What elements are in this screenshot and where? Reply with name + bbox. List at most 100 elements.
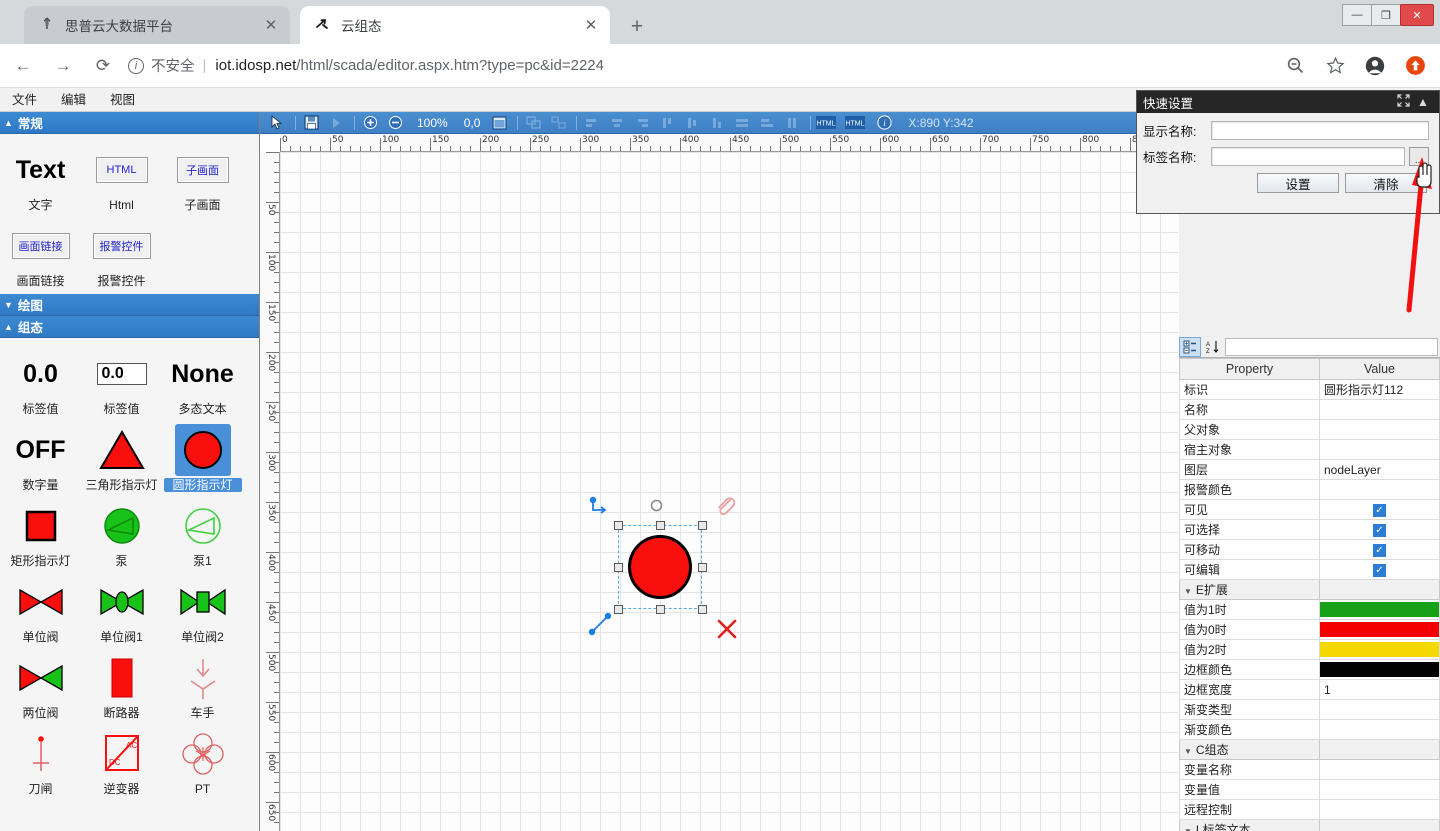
play-icon[interactable] [325, 114, 347, 132]
property-value[interactable]: ✓ [1320, 560, 1440, 580]
profile-icon[interactable] [1358, 49, 1392, 83]
palette-item-digital[interactable]: OFF 数字量 [0, 420, 81, 496]
palette-item-tag-value[interactable]: 0.0 标签值 [0, 344, 81, 420]
zoom-out-icon[interactable] [1278, 49, 1312, 83]
circle-indicator-shape[interactable] [628, 535, 692, 599]
paperclip-icon[interactable] [714, 495, 736, 522]
property-value[interactable]: 圆形指示灯112 [1320, 380, 1440, 400]
info-icon[interactable]: i [128, 58, 144, 74]
link-out-icon[interactable] [588, 610, 614, 641]
chevron-down-icon[interactable]: ▼ [1184, 747, 1192, 756]
property-value[interactable]: ✓ [1320, 520, 1440, 540]
link-in-icon[interactable] [588, 495, 612, 524]
html2-icon[interactable]: HTML [844, 114, 866, 132]
property-value[interactable] [1320, 700, 1440, 720]
zoom-out-icon[interactable] [384, 114, 406, 132]
distribute-h-icon[interactable] [731, 114, 753, 132]
close-icon[interactable]: ✕ [260, 14, 282, 36]
palette-item-subscreen[interactable]: 子画面 子画面 [162, 140, 243, 216]
palette-item-pump1[interactable]: 泵1 [162, 496, 243, 572]
property-value[interactable] [1320, 620, 1440, 640]
save-icon[interactable] [300, 114, 322, 132]
property-value[interactable] [1320, 760, 1440, 780]
display-name-input[interactable] [1211, 121, 1429, 140]
star-icon[interactable] [1318, 49, 1352, 83]
window-restore-button[interactable]: ❐ [1371, 4, 1401, 26]
property-value[interactable] [1320, 480, 1440, 500]
rotate-handle-icon[interactable] [650, 499, 663, 517]
palette-item-pt[interactable]: PT [162, 724, 243, 800]
close-icon[interactable]: ✕ [580, 14, 602, 36]
property-value[interactable]: ✓ [1320, 500, 1440, 520]
collapse-icon[interactable] [1393, 94, 1413, 110]
canvas-grid[interactable] [280, 152, 1178, 831]
color-swatch[interactable] [1320, 622, 1439, 637]
palette-item-valve1[interactable]: 单位阀1 [81, 572, 162, 648]
browser-tab-1[interactable]: 思普云大数据平台 ✕ [24, 6, 290, 44]
ungroup-icon[interactable] [547, 114, 569, 132]
palette-item-rect-lamp[interactable]: 矩形指示灯 [0, 496, 81, 572]
color-swatch[interactable] [1320, 602, 1439, 617]
categorized-view-icon[interactable] [1179, 337, 1201, 357]
align-left-icon[interactable] [581, 114, 603, 132]
palette-item-triangle-lamp[interactable]: 三角形指示灯 [81, 420, 162, 496]
checkbox[interactable]: ✓ [1373, 524, 1386, 537]
palette-item-text[interactable]: Text 文字 [0, 140, 81, 216]
browser-tab-2[interactable]: 云组态 ✕ [300, 6, 610, 44]
property-value[interactable] [1320, 400, 1440, 420]
align-top-icon[interactable] [656, 114, 678, 132]
menu-file[interactable]: 文件 [0, 88, 49, 112]
palette-group-general[interactable]: ▲ 常规 [0, 112, 259, 134]
palette-item-tag-value-box[interactable]: 0.0 标签值 [81, 344, 162, 420]
chevron-down-icon[interactable]: ▼ [1184, 827, 1192, 831]
distribute-v-icon[interactable] [756, 114, 778, 132]
forward-icon[interactable]: → [46, 49, 80, 83]
palette-item-circle-lamp[interactable]: 圆形指示灯 [162, 420, 243, 496]
html-icon[interactable]: HTML [815, 114, 837, 132]
palette-item-two-pos-valve[interactable]: 两位阀 [0, 648, 81, 724]
resize-handle-w[interactable] [614, 563, 623, 572]
group-icon[interactable] [522, 114, 544, 132]
property-value[interactable] [1320, 720, 1440, 740]
menu-edit[interactable]: 编辑 [49, 88, 98, 112]
resize-handle-n[interactable] [656, 521, 665, 530]
palette-item-breaker[interactable]: 断路器 [81, 648, 162, 724]
update-icon[interactable] [1398, 49, 1432, 83]
property-value[interactable]: ✓ [1320, 540, 1440, 560]
palette-item-inverter[interactable]: ACDC 逆变器 [81, 724, 162, 800]
fit-screen-icon[interactable] [488, 114, 510, 132]
palette-group-scada[interactable]: ▲ 组态 [0, 316, 259, 338]
selected-node[interactable] [600, 507, 720, 627]
resize-handle-nw[interactable] [614, 521, 623, 530]
properties-search-field[interactable] [1225, 338, 1438, 356]
palette-item-multistate-text[interactable]: None 多态文本 [162, 344, 243, 420]
palette-item-valve[interactable]: 单位阀 [0, 572, 81, 648]
align-bottom-icon[interactable] [706, 114, 728, 132]
zoom-in-icon[interactable] [359, 114, 381, 132]
address-bar[interactable]: i 不安全 | iot.idosp.net/html/scada/editor.… [128, 51, 1264, 81]
resize-handle-ne[interactable] [698, 521, 707, 530]
reload-icon[interactable]: ⟳ [86, 49, 120, 83]
property-value[interactable]: 1 [1320, 680, 1440, 700]
resize-handle-e[interactable] [698, 563, 707, 572]
cursor-icon[interactable] [266, 114, 288, 132]
new-tab-button[interactable]: + [624, 14, 650, 40]
resize-handle-se[interactable] [698, 605, 707, 614]
palette-item-pump[interactable]: 泵 [81, 496, 162, 572]
menu-view[interactable]: 视图 [98, 88, 147, 112]
chevron-down-icon[interactable]: ▼ [1184, 587, 1192, 596]
property-value[interactable] [1320, 440, 1440, 460]
checkbox[interactable]: ✓ [1373, 564, 1386, 577]
tag-name-input[interactable] [1211, 147, 1405, 166]
property-value[interactable] [1320, 640, 1440, 660]
window-minimize-button[interactable]: — [1342, 4, 1372, 26]
checkbox[interactable]: ✓ [1373, 544, 1386, 557]
align-right-icon[interactable] [631, 114, 653, 132]
palette-item-switch[interactable]: 刀闸 [0, 724, 81, 800]
checkbox[interactable]: ✓ [1373, 504, 1386, 517]
palette-item-valve2[interactable]: 单位阀2 [162, 572, 243, 648]
property-value[interactable] [1320, 800, 1440, 820]
delete-x-icon[interactable] [716, 618, 738, 645]
palette-group-drawing[interactable]: ▼ 绘图 [0, 294, 259, 316]
palette-item-alarm-widget[interactable]: 报警控件 报警控件 [81, 216, 162, 292]
